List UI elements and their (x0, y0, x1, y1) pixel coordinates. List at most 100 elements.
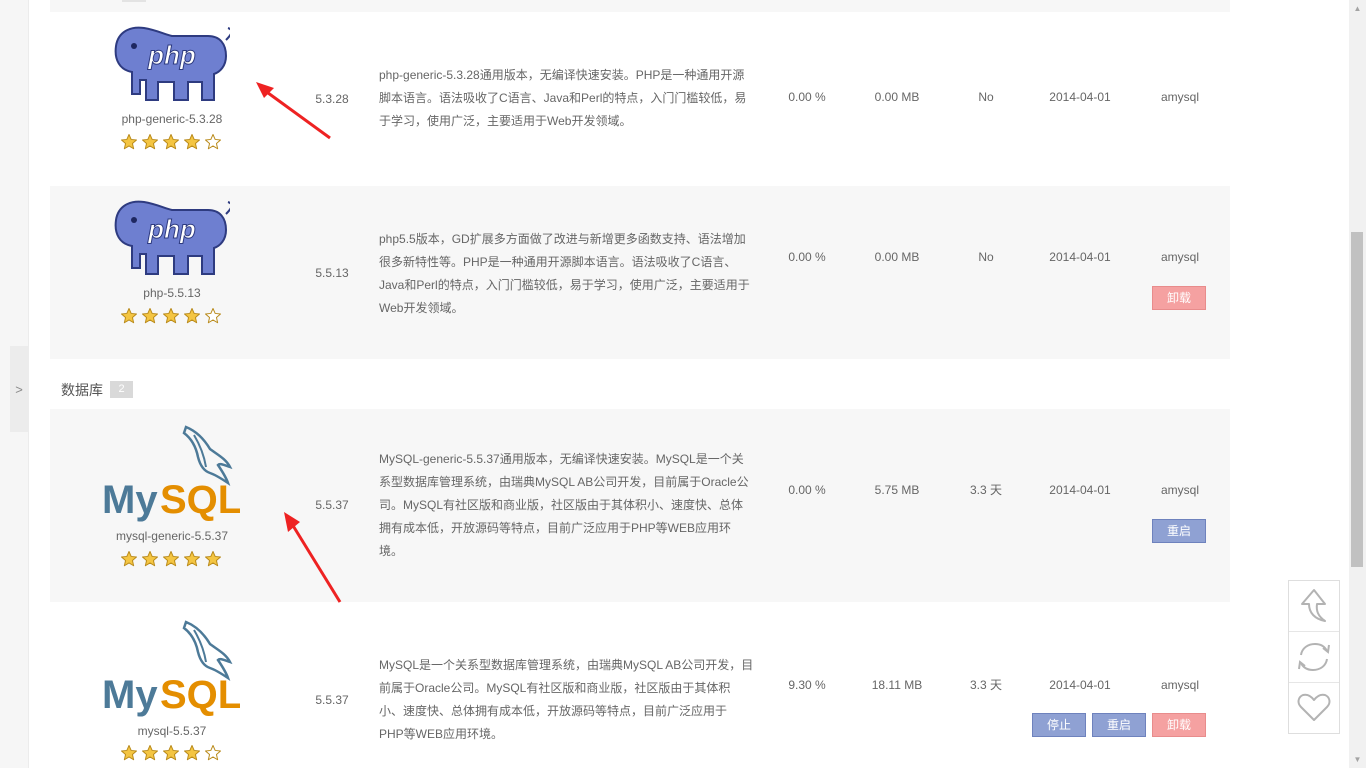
vertical-scrollbar[interactable]: ▲ ▼ (1349, 0, 1366, 768)
php-logo-text: php (147, 40, 196, 70)
sidebar-toggle-label: > (15, 381, 23, 397)
mysql-logo-my: My (102, 673, 158, 717)
star-filled-icon (183, 744, 201, 762)
scroll-down-arrow-icon[interactable]: ▼ (1349, 751, 1366, 768)
mysql-logo-sql: SQL (160, 673, 240, 717)
star-filled-icon (120, 307, 138, 325)
package-name: php-generic-5.3.28 (121, 112, 223, 126)
cpu-usage: 9.30 % (788, 678, 826, 692)
description-line: 脚本语言。语法吸收了C语言、Java和Perl的特点，入门门槛较低，易 (379, 91, 747, 105)
run-status: 3.3 天 (969, 483, 1003, 497)
refresh-button[interactable] (1289, 632, 1339, 683)
rating-stars (120, 133, 224, 151)
section-tab-edge (122, 0, 146, 2)
favorite-heart-icon (1297, 693, 1331, 721)
section-title-database: 数据库 (61, 382, 103, 398)
star-empty-icon (204, 744, 222, 762)
install-date: 2014-04-01 (1049, 483, 1111, 497)
package-version: 5.5.37 (315, 693, 349, 707)
star-filled-icon (120, 133, 138, 151)
cpu-usage: 0.00 % (788, 90, 826, 104)
package-row: My SQL mysql-generic-5.5.37 5.5.37 MySQL… (50, 409, 1230, 602)
section-count-badge: 2 (110, 381, 133, 398)
package-description: php-generic-5.3.28通用版本，无编译快速安装。PHP是一种通用开… (379, 64, 754, 133)
floating-toolbar (1288, 580, 1340, 734)
star-filled-icon (141, 744, 159, 762)
rating-stars (120, 744, 224, 762)
description-line: MySQL是一个关系型数据库管理系统，由瑞典MySQL AB公司开发，目 (379, 658, 754, 672)
memory-usage: 18.11 MB (871, 678, 923, 692)
mysql-dolphin-logo: My SQL (100, 618, 242, 723)
stop-button[interactable]: 停止 (1032, 713, 1086, 737)
mysql-logo-sql: SQL (160, 478, 240, 522)
description-line: 小、速度快、总体拥有成本低，开放源码等特点，目前广泛应用于 (379, 704, 728, 718)
run-status: No (978, 250, 994, 264)
star-filled-icon (141, 133, 159, 151)
memory-usage: 0.00 MB (874, 250, 920, 264)
star-filled-icon (120, 550, 138, 568)
description-line: PHP等WEB应用环境。 (379, 727, 504, 741)
star-filled-icon (162, 744, 180, 762)
sidebar-toggle-button[interactable]: > (10, 346, 28, 432)
run-status: No (978, 90, 994, 104)
cpu-usage: 0.00 % (788, 483, 826, 497)
install-date: 2014-04-01 (1049, 250, 1111, 264)
run-status: 3.3 天 (969, 678, 1003, 692)
package-name: mysql-5.5.37 (137, 724, 207, 738)
description-line: 前属于Oracle公司。MySQL有社区版和商业版，社区版由于其体积 (379, 681, 731, 695)
star-filled-icon (141, 307, 159, 325)
restart-button[interactable]: 重启 (1152, 519, 1206, 543)
star-filled-icon (162, 550, 180, 568)
package-name: mysql-generic-5.5.37 (115, 529, 229, 543)
package-row: My SQL mysql-5.5.37 5.5.37 MySQL是一个关系型数据… (50, 604, 1230, 768)
star-filled-icon (204, 550, 222, 568)
rating-stars (120, 550, 224, 568)
package-description: MySQL-generic-5.5.37通用版本，无编译快速安装。MySQL是一… (379, 448, 754, 563)
uninstall-button[interactable]: 卸载 (1152, 286, 1206, 310)
star-filled-icon (141, 550, 159, 568)
star-filled-icon (162, 307, 180, 325)
restart-button[interactable]: 重启 (1092, 713, 1146, 737)
package-version: 5.3.28 (315, 92, 349, 106)
description-line: php-generic-5.3.28通用版本，无编译快速安装。PHP是一种通用开… (379, 68, 745, 82)
star-filled-icon (120, 744, 138, 762)
install-date: 2014-04-01 (1049, 90, 1111, 104)
star-empty-icon (204, 307, 222, 325)
scroll-up-arrow-icon[interactable]: ▲ (1349, 0, 1366, 17)
package-row: php php-5.5.13 5.5.13 php5.5版本，GD扩展多方面做了… (50, 186, 1230, 359)
package-name: php-5.5.13 (143, 286, 201, 300)
previous-row-edge (50, 0, 1230, 12)
favorite-button[interactable] (1289, 683, 1339, 733)
mysql-dolphin-logo: My SQL (100, 423, 242, 528)
package-author: amysql (1160, 90, 1199, 104)
rating-stars (120, 307, 224, 325)
back-to-top-icon (1301, 589, 1326, 622)
package-list: php php-generic-5.3.28 5.3.28 php-generi… (50, 0, 1230, 768)
package-author: amysql (1160, 678, 1199, 692)
refresh-icon (1298, 642, 1330, 672)
star-filled-icon (183, 307, 201, 325)
star-filled-icon (183, 133, 201, 151)
description-line: 拥有成本低，开放源码等特点，目前广泛应用于PHP等WEB应用环 (379, 521, 732, 535)
description-line: MySQL-generic-5.5.37通用版本，无编译快速安装。MySQL是一… (379, 452, 744, 466)
cpu-usage: 0.00 % (788, 250, 826, 264)
uninstall-button[interactable]: 卸载 (1152, 713, 1206, 737)
memory-usage: 5.75 MB (874, 483, 920, 497)
scrollbar-thumb[interactable] (1351, 232, 1363, 567)
mysql-logo-my: My (102, 478, 158, 522)
description-line: Java和Perl的特点，入门门槛较低，易于学习，使用广泛，主要适用于 (379, 278, 750, 292)
package-version: 5.5.13 (315, 266, 349, 280)
php-logo-text: php (147, 214, 196, 244)
php-elephant-logo: php (100, 24, 240, 111)
star-filled-icon (183, 550, 201, 568)
package-row: php php-generic-5.3.28 5.3.28 php-generi… (50, 12, 1230, 182)
star-filled-icon (162, 133, 180, 151)
description-line: 境。 (379, 544, 404, 558)
description-line: Web开发领域。 (379, 301, 464, 315)
description-line: 系型数据库管理系统，由瑞典MySQL AB公司开发，目前属于Oracle公 (379, 475, 749, 489)
description-line: php5.5版本，GD扩展多方面做了改进与新增更多函数支持、语法增加 (379, 232, 746, 246)
package-version: 5.5.37 (315, 498, 349, 512)
back-to-top-button[interactable] (1289, 581, 1339, 632)
install-date: 2014-04-01 (1049, 678, 1111, 692)
php-elephant-logo: php (100, 198, 240, 285)
